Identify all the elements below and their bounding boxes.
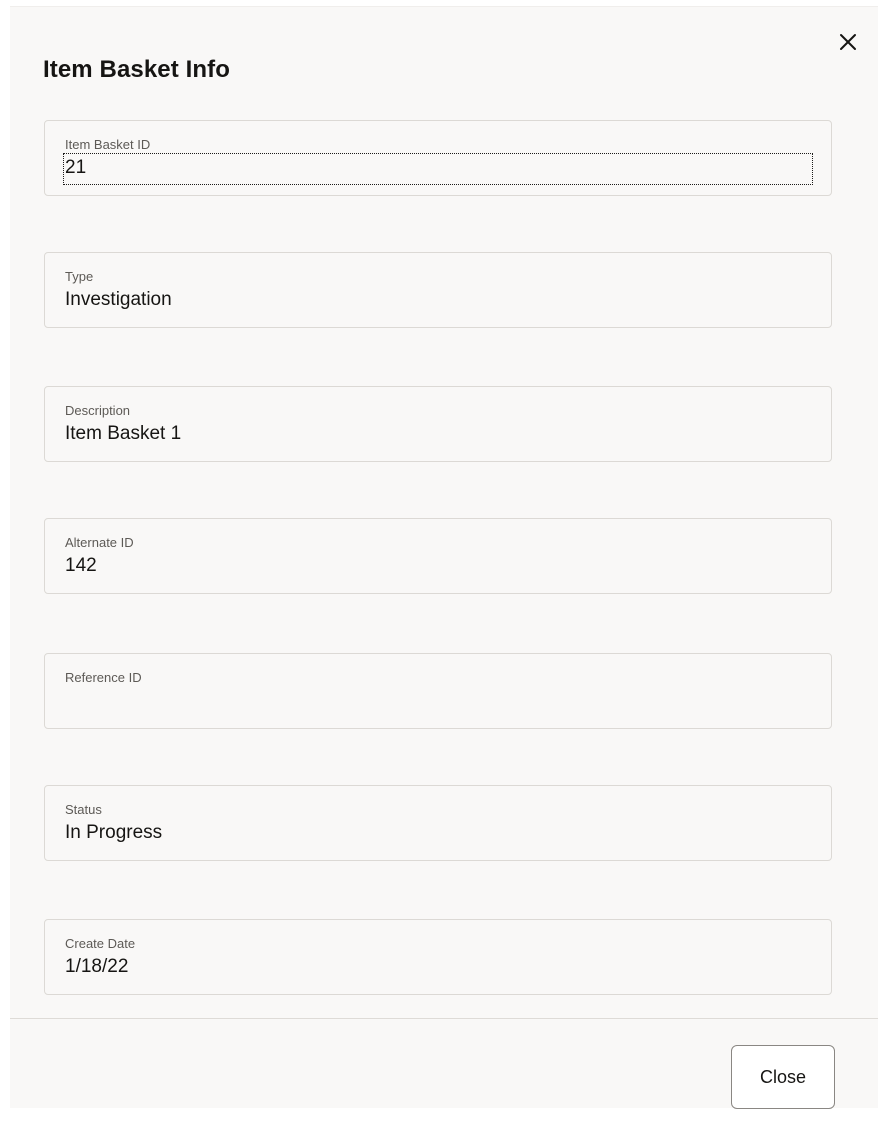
item-basket-info-dialog: Item Basket Info Item Basket ID 21 Type … xyxy=(10,0,878,1108)
alternate-id-value: 142 xyxy=(65,555,97,576)
item-basket-id-label: Item Basket ID xyxy=(65,137,151,152)
status-label: Status xyxy=(65,802,102,817)
reference-id-label: Reference ID xyxy=(65,670,142,685)
item-basket-id-field[interactable]: Item Basket ID 21 xyxy=(44,120,832,196)
description-label: Description xyxy=(65,403,131,418)
dialog-title: Item Basket Info xyxy=(43,56,230,83)
alternate-id-label: Alternate ID xyxy=(65,535,134,550)
reference-id-field[interactable]: Reference ID xyxy=(44,653,832,729)
status-field[interactable]: Status In Progress xyxy=(44,785,832,861)
item-basket-id-value: 21 xyxy=(65,157,87,178)
description-value: Item Basket 1 xyxy=(65,423,182,444)
focus-indicator xyxy=(63,153,813,185)
type-value: Investigation xyxy=(65,289,172,310)
close-button[interactable]: Close xyxy=(731,1045,835,1109)
alternate-id-field[interactable]: Alternate ID 142 xyxy=(44,518,832,594)
status-value: In Progress xyxy=(65,822,163,843)
type-label: Type xyxy=(65,269,94,284)
type-field[interactable]: Type Investigation xyxy=(44,252,832,328)
footer-divider xyxy=(10,1018,878,1019)
create-date-field[interactable]: Create Date 1/18/22 xyxy=(44,919,832,995)
close-icon[interactable] xyxy=(836,30,860,54)
create-date-value: 1/18/22 xyxy=(65,956,129,977)
create-date-label: Create Date xyxy=(65,936,136,951)
dialog-top-edge xyxy=(10,0,878,7)
description-field[interactable]: Description Item Basket 1 xyxy=(44,386,832,462)
